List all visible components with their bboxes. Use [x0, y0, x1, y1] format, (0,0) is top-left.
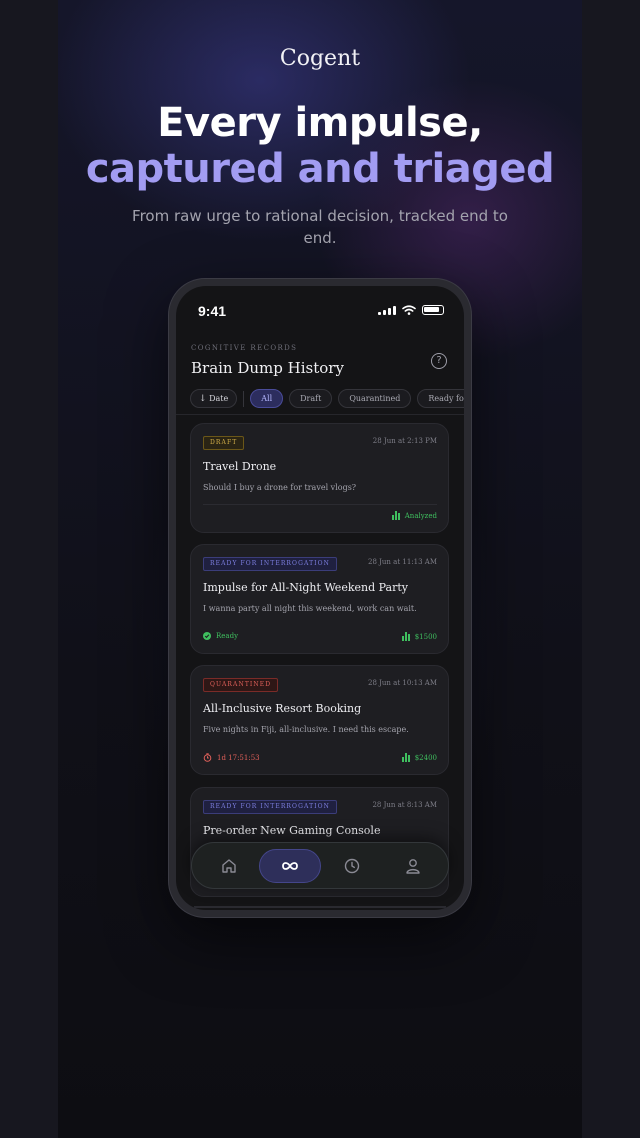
timer-icon	[203, 753, 212, 762]
clock-icon	[344, 858, 360, 874]
tab-history[interactable]	[321, 849, 383, 883]
record-analysis: Analyzed	[391, 511, 437, 520]
subheadline: From raw urge to rational decision, trac…	[132, 207, 508, 247]
status-badge: READY FOR INTERROGATION	[203, 557, 338, 571]
home-indicator	[194, 906, 446, 908]
arrow-down-icon: ↓	[199, 394, 207, 404]
tab-home[interactable]	[198, 849, 260, 883]
filter-chip-all[interactable]: All	[250, 389, 284, 408]
amount-label: $2400	[414, 753, 437, 762]
wifi-icon	[402, 305, 416, 315]
record-countdown: 1d 17:51:53	[203, 753, 260, 762]
section-eyebrow: COGNITIVE RECORDS	[191, 344, 298, 352]
status-time: 9:41	[198, 303, 227, 319]
profile-icon	[406, 859, 420, 874]
record-date: 28 Jun at 2:13 PM	[372, 437, 437, 445]
help-circle-icon[interactable]: ?	[431, 353, 447, 369]
phone-frame: 9:41 COGNITIVE RECORDS Brain Dump Histor…	[169, 279, 471, 917]
filter-chip-quarantined[interactable]: Quarantined	[338, 389, 412, 408]
status-badge: DRAFT	[203, 436, 245, 450]
record-card[interactable]: DRAFT 28 Jun at 2:13 PM Travel Drone Sho…	[190, 423, 449, 533]
bar-chart-icon	[401, 632, 410, 641]
record-date: 28 Jun at 10:13 AM	[367, 679, 437, 687]
record-amount: $1500	[401, 632, 437, 641]
headline-line-1: Every impulse,	[157, 100, 483, 146]
phone-screen: 9:41 COGNITIVE RECORDS Brain Dump Histor…	[176, 286, 464, 910]
card-divider	[203, 504, 437, 505]
record-title: All-Inclusive Resort Booking	[203, 702, 362, 715]
record-description: Should I buy a drone for travel vlogs?	[203, 483, 357, 492]
check-circle-icon	[203, 632, 211, 640]
battery-icon	[422, 305, 444, 315]
infinity-icon	[282, 862, 298, 870]
filter-divider	[243, 391, 245, 407]
tab-profile[interactable]	[382, 849, 444, 883]
bottom-tab-bar	[191, 842, 449, 889]
filter-bar: ↓ Date All Draft Quarantined Ready for I…	[190, 389, 464, 409]
record-description: Five nights in Fiji, all-inclusive. I ne…	[203, 725, 409, 734]
record-card[interactable]: QUARANTINED 28 Jun at 10:13 AM All-Inclu…	[190, 665, 449, 775]
record-card[interactable]: READY FOR INTERROGATION 28 Jun at 11:13 …	[190, 544, 449, 654]
sort-label: Date	[209, 394, 229, 403]
analysis-label: Analyzed	[404, 511, 437, 520]
countdown-label: 1d 17:51:53	[217, 753, 260, 762]
brand-name: Cogent	[279, 46, 361, 71]
record-readiness: Ready	[203, 632, 238, 640]
bar-chart-icon	[401, 753, 410, 762]
sort-date-button[interactable]: ↓ Date	[190, 389, 238, 408]
header-divider	[176, 414, 464, 415]
record-title: Pre-order New Gaming Console	[203, 824, 381, 837]
home-icon	[222, 859, 236, 873]
filter-chip-draft[interactable]: Draft	[289, 389, 333, 408]
status-icons	[378, 305, 444, 315]
record-title: Travel Drone	[203, 460, 277, 473]
bar-chart-icon	[391, 511, 400, 520]
status-badge: QUARANTINED	[203, 678, 279, 692]
amount-label: $1500	[414, 632, 437, 641]
tab-records[interactable]	[259, 849, 321, 883]
filter-chip-ready[interactable]: Ready for Inte	[417, 389, 464, 408]
record-description: I wanna party all night this weekend, wo…	[203, 604, 417, 613]
status-badge: READY FOR INTERROGATION	[203, 800, 338, 814]
readiness-label: Ready	[216, 632, 239, 640]
signal-icon	[378, 305, 396, 315]
record-date: 28 Jun at 11:13 AM	[367, 558, 437, 566]
headline-line-2: captured and triaged	[85, 146, 555, 192]
page-title: Brain Dump History	[191, 359, 344, 377]
record-amount: $2400	[401, 753, 437, 762]
record-date: 28 Jun at 8:13 AM	[372, 801, 437, 809]
record-title: Impulse for All-Night Weekend Party	[203, 581, 408, 594]
